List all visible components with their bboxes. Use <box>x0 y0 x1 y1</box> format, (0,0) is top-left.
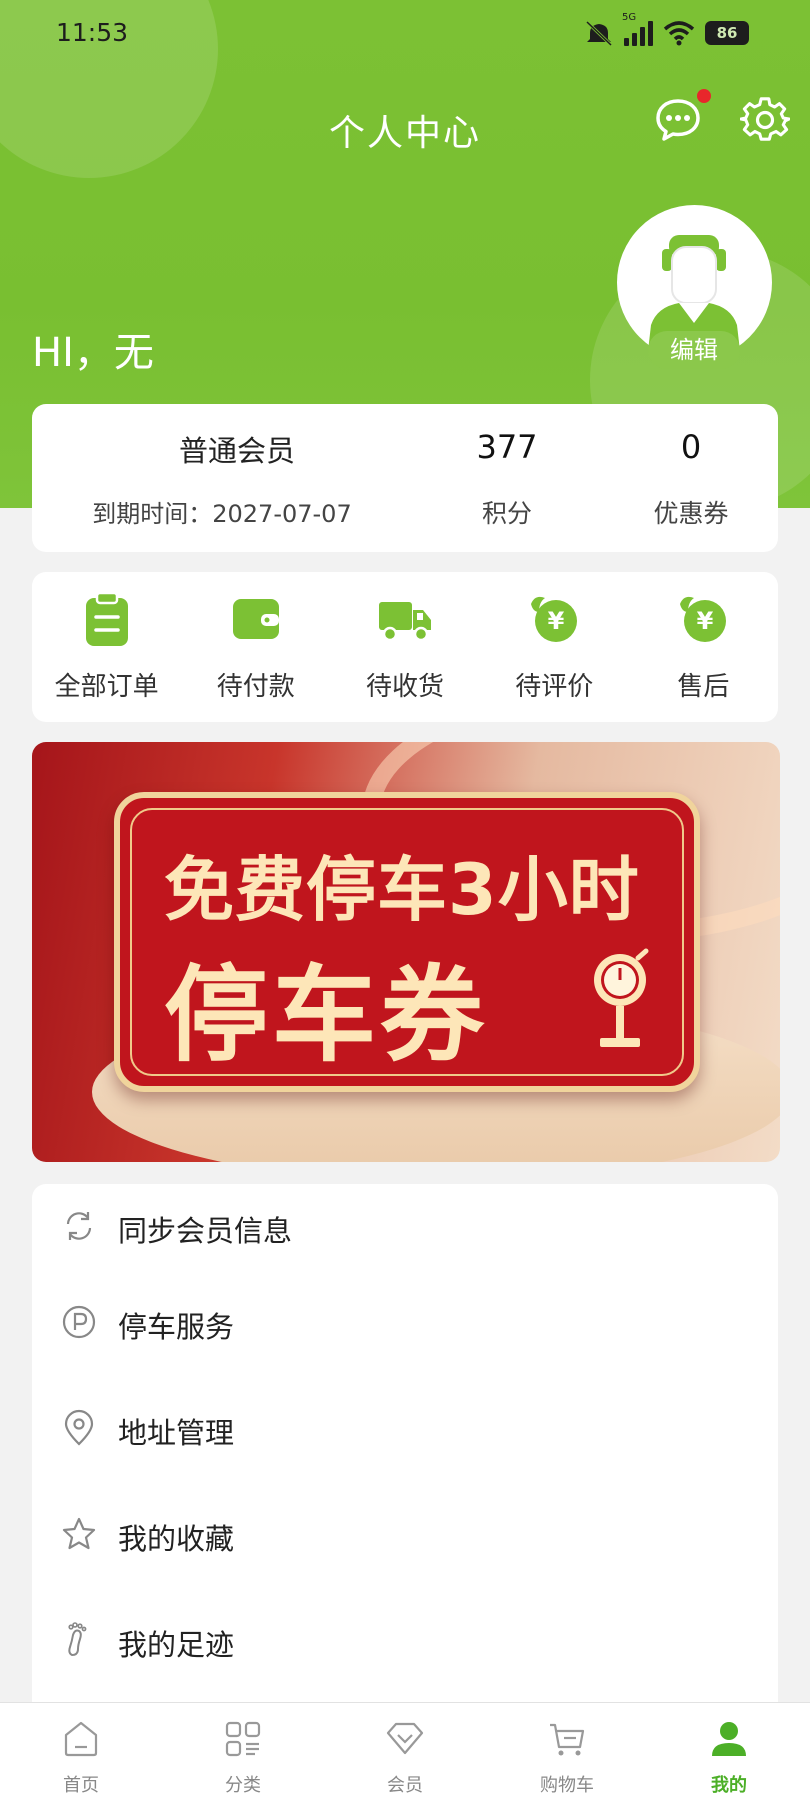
menu-label: 地址管理 <box>118 1416 235 1450</box>
banner-title: 停车券 <box>164 954 489 1076</box>
menu-label: 同步会员信息 <box>118 1214 293 1248</box>
star-icon <box>62 1517 96 1550</box>
menu-label: 我的收藏 <box>118 1522 235 1556</box>
wifi-icon <box>663 21 695 46</box>
parking-icon <box>62 1305 96 1339</box>
parking-coupon-banner[interactable]: 免费停车3小时 停车券 <box>32 742 780 1162</box>
edit-profile-button[interactable]: 编辑 <box>648 331 740 369</box>
account-menu: 同步会员信息 停车服务 地址管理 我的收藏 我的足迹 <box>32 1184 778 1704</box>
footprint-icon <box>68 1622 87 1657</box>
svg-text:¥: ¥ <box>548 607 565 635</box>
user-greeting: HI，无 <box>32 330 154 376</box>
order-pending-receipt-button[interactable]: 待收货 <box>330 572 479 722</box>
location-pin-icon <box>64 1409 94 1446</box>
order-pending-payment-button[interactable]: 待付款 <box>181 572 330 722</box>
bottom-tab-bar: 首页 分类 会员 购物车 我的 <box>0 1702 810 1800</box>
sync-icon <box>66 1212 92 1240</box>
tab-cart[interactable]: 购物车 <box>486 1703 648 1800</box>
status-bar: 11:53 5G 86 <box>0 0 810 66</box>
order-label: 待付款 <box>216 672 295 702</box>
coupons-label[interactable]: 优惠券 <box>606 494 776 530</box>
coupons-value[interactable]: 0 <box>606 428 776 466</box>
menu-item-footprints[interactable]: 我的足迹 <box>32 1606 778 1676</box>
order-pending-review-button[interactable]: ¥ 待评价 <box>480 572 629 722</box>
category-icon <box>225 1721 261 1757</box>
points-label[interactable]: 积分 <box>422 494 592 530</box>
order-label: 待收货 <box>366 672 445 702</box>
message-icon[interactable] <box>654 96 702 144</box>
status-icons: 5G 86 <box>584 12 749 48</box>
menu-label: 停车服务 <box>118 1310 235 1344</box>
menu-label: 我的足迹 <box>118 1628 235 1662</box>
yen-leaf-icon: ¥ <box>680 596 727 642</box>
tab-category[interactable]: 分类 <box>162 1703 324 1800</box>
tab-profile[interactable]: 我的 <box>648 1703 810 1800</box>
menu-item-parking[interactable]: 停车服务 <box>32 1288 778 1358</box>
menu-item-favorites[interactable]: 我的收藏 <box>32 1500 778 1570</box>
signal-icon: 5G <box>622 12 653 46</box>
truck-icon <box>379 602 431 642</box>
tab-label: 首页 <box>63 1775 99 1796</box>
menu-item-address[interactable]: 地址管理 <box>32 1394 778 1464</box>
orders-card: 全部订单 待付款 待收货 ¥ 待评价 ¥ 售后 <box>32 572 778 722</box>
member-level[interactable]: 普通会员 <box>92 428 382 470</box>
tab-home[interactable]: 首页 <box>0 1703 162 1800</box>
coupon-ticket: 免费停车3小时 停车券 <box>114 792 700 1092</box>
order-after-sales-button[interactable]: ¥ 售后 <box>629 572 778 722</box>
stopwatch-icon <box>594 948 649 1047</box>
order-label: 全部订单 <box>54 672 159 702</box>
profile-icon <box>712 1722 746 1756</box>
clipboard-icon <box>85 591 128 646</box>
tab-label: 我的 <box>711 1775 747 1796</box>
tab-label: 分类 <box>225 1775 261 1796</box>
order-label: 待评价 <box>515 672 594 702</box>
tab-label: 购物车 <box>540 1775 594 1796</box>
member-icon <box>386 1722 424 1755</box>
settings-gear-icon[interactable] <box>740 95 790 145</box>
wallet-icon <box>232 599 279 639</box>
network-type: 5G <box>622 12 637 23</box>
tab-member[interactable]: 会员 <box>324 1703 486 1800</box>
mute-icon <box>585 20 613 47</box>
order-all-button[interactable]: 全部订单 <box>32 572 181 722</box>
menu-item-sync-member[interactable]: 同步会员信息 <box>32 1192 778 1262</box>
order-label: 售后 <box>677 672 730 702</box>
member-card: 普通会员 到期时间：2027-07-07 377 积分 0 优惠券 <box>32 404 778 552</box>
yen-leaf-icon: ¥ <box>531 596 578 642</box>
cart-icon <box>550 1723 585 1756</box>
status-time: 11:53 <box>56 18 129 47</box>
member-expiry: 到期时间：2027-07-07 <box>92 500 352 528</box>
notification-dot <box>697 89 711 103</box>
banner-headline: 免费停车3小时 <box>164 849 640 931</box>
points-value[interactable]: 377 <box>422 428 592 466</box>
battery-indicator: 86 <box>705 21 749 45</box>
svg-text:¥: ¥ <box>697 607 714 635</box>
tab-label: 会员 <box>387 1775 423 1796</box>
home-icon <box>64 1721 98 1757</box>
